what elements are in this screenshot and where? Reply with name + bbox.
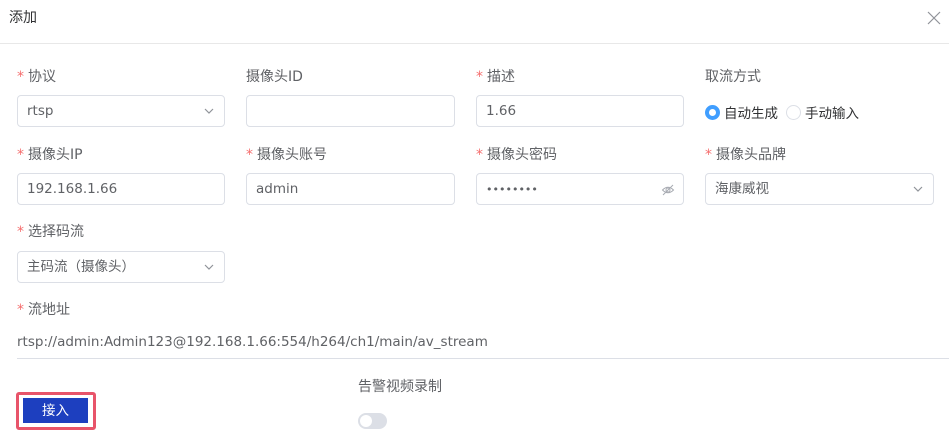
camera-ip-input[interactable]: 192.168.1.66 <box>17 173 225 205</box>
radio-manual-input[interactable]: 手动输入 <box>786 102 859 122</box>
camera-brand-value: 海康威视 <box>715 181 769 197</box>
protocol-label: * 协议 <box>17 67 56 87</box>
camera-brand-label: * 摄像头品牌 <box>705 145 786 165</box>
stream-mode-radio-group: 自动生成 手动输入 <box>705 102 867 122</box>
protocol-select[interactable]: rtsp <box>17 95 225 127</box>
stream-mode-label: 取流方式 <box>705 67 761 87</box>
required-mark: * <box>17 69 24 85</box>
required-mark: * <box>17 147 24 163</box>
chevron-down-icon <box>913 186 923 192</box>
description-value: 1.66 <box>486 103 517 119</box>
description-label: * 描述 <box>476 67 515 87</box>
required-mark: * <box>17 302 24 318</box>
camera-password-label-text: 摄像头密码 <box>487 147 557 163</box>
camera-account-label: * 摄像头账号 <box>246 145 327 165</box>
stream-url-underline <box>17 358 949 359</box>
camera-ip-label: * 摄像头IP <box>17 145 83 165</box>
radio-checked-icon <box>705 104 720 120</box>
camera-password-label: * 摄像头密码 <box>476 145 557 165</box>
camera-id-label-text: 摄像头ID <box>246 69 303 85</box>
chevron-down-icon <box>204 264 214 270</box>
required-mark: * <box>476 147 483 163</box>
camera-brand-label-text: 摄像头品牌 <box>716 147 786 163</box>
alarm-recording-toggle[interactable] <box>358 413 387 429</box>
description-input[interactable]: 1.66 <box>476 95 684 127</box>
camera-password-value: •••••••• <box>486 183 538 196</box>
stream-type-value: 主码流（摄像头） <box>27 259 135 275</box>
camera-account-label-text: 摄像头账号 <box>257 147 327 163</box>
camera-account-input[interactable]: admin <box>246 173 455 205</box>
radio-unchecked-icon <box>786 104 801 120</box>
chevron-down-icon <box>204 108 214 114</box>
protocol-value: rtsp <box>27 103 54 119</box>
required-mark: * <box>17 224 24 240</box>
required-mark: * <box>246 147 253 163</box>
close-icon[interactable] <box>926 10 942 26</box>
dialog-title: 添加 <box>9 10 37 26</box>
camera-ip-value: 192.168.1.66 <box>27 181 118 197</box>
required-mark: * <box>705 147 712 163</box>
camera-id-label: 摄像头ID <box>246 67 303 87</box>
alarm-recording-label: 告警视频录制 <box>358 379 442 395</box>
radio-auto-generate[interactable]: 自动生成 <box>705 102 778 122</box>
radio-manual-input-label: 手动输入 <box>805 106 859 122</box>
required-mark: * <box>476 69 483 85</box>
camera-account-value: admin <box>256 181 299 197</box>
connect-button[interactable]: 接入 <box>23 398 88 423</box>
protocol-label-text: 协议 <box>28 69 56 85</box>
description-label-text: 描述 <box>487 69 515 85</box>
radio-auto-generate-label: 自动生成 <box>724 106 778 122</box>
stream-url-value[interactable]: rtsp://admin:Admin123@192.168.1.66:554/h… <box>17 332 488 352</box>
eye-off-icon[interactable] <box>661 183 675 197</box>
camera-id-input[interactable] <box>246 95 455 127</box>
stream-type-select[interactable]: 主码流（摄像头） <box>17 251 225 283</box>
stream-type-label-text: 选择码流 <box>28 224 84 240</box>
stream-mode-label-text: 取流方式 <box>705 69 761 85</box>
camera-password-input[interactable]: •••••••• <box>476 173 684 205</box>
stream-url-label: * 流地址 <box>17 300 70 320</box>
stream-url-label-text: 流地址 <box>28 302 70 318</box>
camera-ip-label-text: 摄像头IP <box>28 147 83 163</box>
stream-type-label: * 选择码流 <box>17 222 84 242</box>
dialog-header: 添加 <box>0 0 949 44</box>
toggle-knob <box>360 415 372 427</box>
camera-brand-select[interactable]: 海康威视 <box>705 173 934 205</box>
